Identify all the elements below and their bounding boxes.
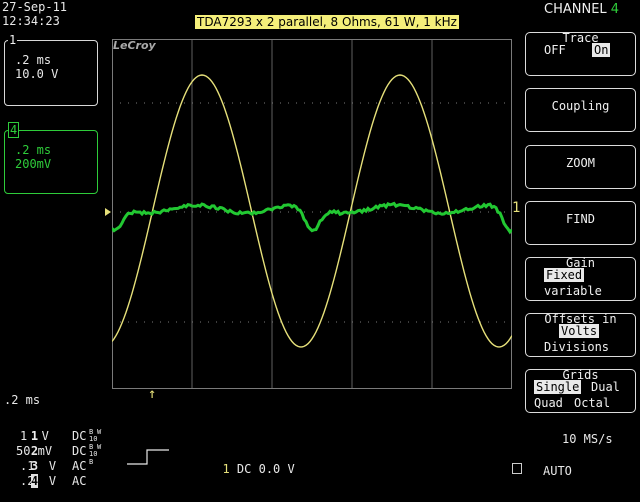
gain-variable-option[interactable]: variable — [544, 284, 602, 298]
trigger-position-arrow[interactable]: ↑ — [148, 386, 156, 402]
trace-label[interactable]: TDA7293 x 2 parallel, 8 Ohms, 61 W, 1 kH… — [195, 15, 459, 29]
trigger-edge-icon — [125, 446, 175, 468]
grids-button[interactable]: Grids Single Dual Quad Octal — [525, 369, 636, 413]
grids-quad-option[interactable]: Quad — [534, 396, 563, 410]
grids-dual-option[interactable]: Dual — [591, 380, 620, 394]
channel-1-scale: 10.0 V — [15, 67, 58, 81]
channel-4-scale: 200mV — [15, 157, 51, 171]
coupling-button[interactable]: Coupling — [525, 88, 636, 132]
waveform-display[interactable] — [112, 39, 512, 389]
gain-fixed-option[interactable]: Fixed — [544, 268, 584, 282]
sample-rate-label: 10 MS/s — [562, 432, 613, 446]
find-button[interactable]: FIND — [525, 201, 636, 245]
trigger-info: 1 DC 0.0 V — [208, 448, 295, 476]
coupling-label: Coupling — [552, 99, 610, 113]
grids-single-option[interactable]: Single — [534, 380, 581, 394]
trigger-mode-label: AUTO — [543, 464, 572, 478]
find-label: FIND — [566, 212, 595, 226]
zoom-label: ZOOM — [566, 156, 595, 170]
trigger-level-marker-left[interactable] — [105, 208, 111, 216]
offsets-volts-option[interactable]: Volts — [559, 324, 599, 338]
channel-1-timebase: .2 ms — [15, 53, 51, 67]
channel-4-info-box[interactable]: 4 .2 ms 200mV — [4, 130, 98, 194]
offsets-divisions-option[interactable]: Divisions — [544, 340, 609, 354]
trace-on-option[interactable]: On — [592, 43, 610, 57]
trace-off-option[interactable]: OFF — [544, 43, 566, 57]
channel-1-marker: 1 — [8, 33, 17, 47]
date-label: 27-Sep-11 — [2, 0, 67, 14]
channel-4-waveform — [112, 204, 512, 232]
trigger-level-marker-right[interactable]: 1 — [512, 200, 520, 216]
zoom-button[interactable]: ZOOM — [525, 145, 636, 189]
time-label: 12:34:23 — [2, 14, 60, 28]
trace-title: Trace — [526, 32, 635, 45]
grids-octal-option[interactable]: Octal — [574, 396, 610, 410]
gain-button[interactable]: Gain Fixed variable — [525, 257, 636, 301]
trace-toggle-button[interactable]: Trace OFF On — [525, 32, 636, 76]
acquisition-status-icon — [512, 463, 522, 474]
offsets-button[interactable]: Offsets in Volts Divisions — [525, 313, 636, 357]
channel-4-marker: 4 — [8, 122, 19, 138]
channel-1-info-box[interactable]: 1 .2 ms 10.0 V — [4, 40, 98, 106]
timebase-label: .2 ms — [4, 393, 40, 407]
channel-4-timebase: .2 ms — [15, 143, 51, 157]
menu-title: CHANNEL 4 — [544, 2, 619, 17]
